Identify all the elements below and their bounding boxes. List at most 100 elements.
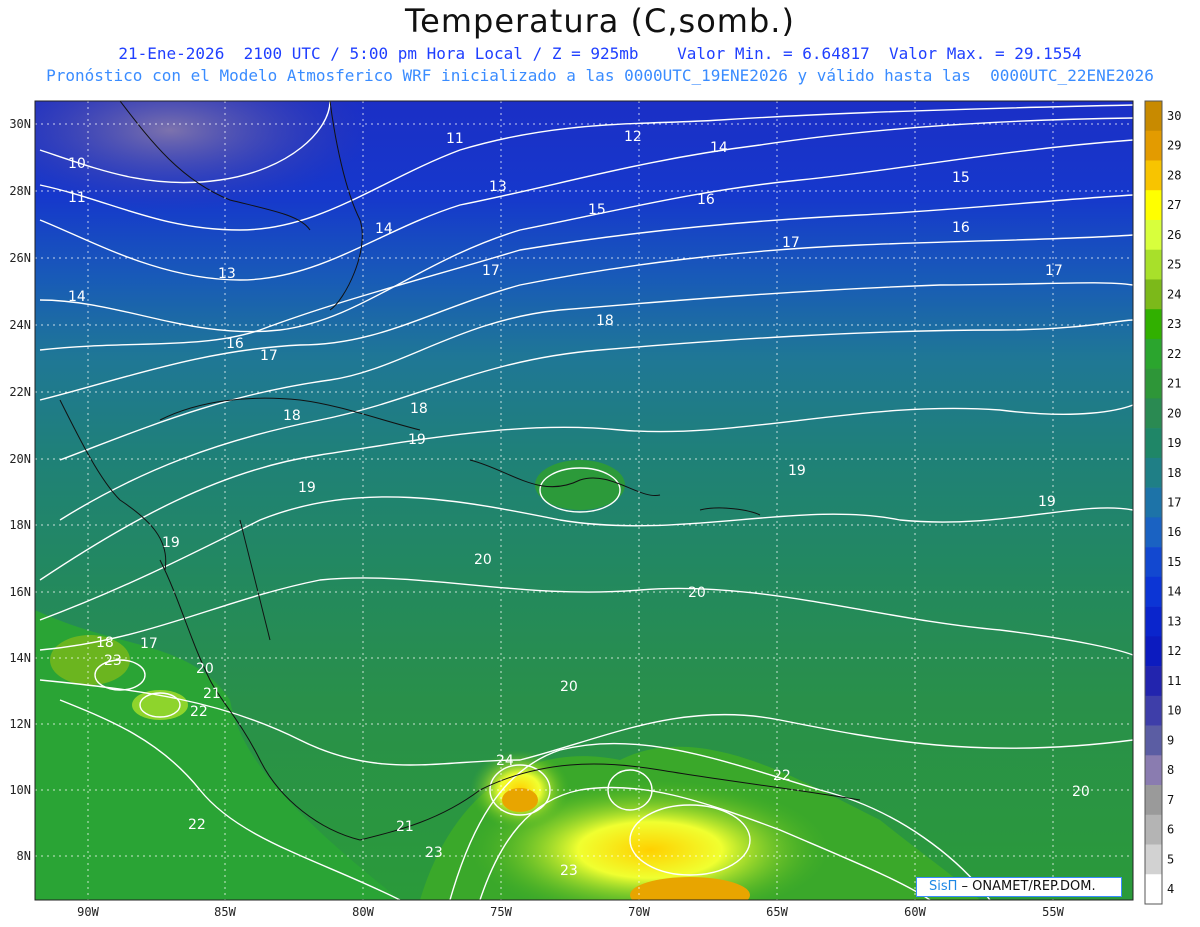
contour-label: 11 (68, 190, 86, 206)
colorbar-label: 16 (1167, 525, 1181, 539)
contour-label: 17 (482, 263, 500, 279)
lat-tick-label: 20N (9, 452, 31, 466)
contour-label: 20 (474, 552, 492, 568)
colorbar-swatch (1145, 695, 1162, 726)
colorbar-label: 29 (1167, 139, 1181, 153)
colorbar-swatch (1145, 338, 1162, 369)
longitude-axis: 90W 85W 80W 75W 70W 65W 60W 55W (77, 905, 1064, 919)
colorbar-swatch (1145, 190, 1162, 221)
contour-label: 18 (596, 313, 614, 329)
colorbar-swatch (1145, 249, 1162, 280)
colorbar-swatch (1145, 874, 1162, 905)
colorbar-swatch (1145, 844, 1162, 875)
contour-label: 23 (425, 845, 443, 861)
colorbar-label: 25 (1167, 258, 1181, 272)
temperature-map: 10 11 11 12 14 13 15 16 15 14 16 17 13 1… (9, 100, 1181, 919)
colorbar-label: 15 (1167, 555, 1181, 569)
lon-tick-label: 55W (1042, 905, 1064, 919)
colorbar-swatch (1145, 725, 1162, 756)
colorbar-swatch (1145, 398, 1162, 429)
sispi-logo-text: SisΠ (929, 879, 958, 894)
contour-label: 10 (68, 156, 86, 172)
contour-label: 16 (697, 192, 715, 208)
contour-label: 20 (560, 679, 578, 695)
lat-tick-label: 18N (9, 518, 31, 532)
contour-label: 22 (773, 768, 791, 784)
lat-tick-label: 10N (9, 783, 31, 797)
colorbar-swatch (1145, 576, 1162, 607)
colorbar-label: 20 (1167, 406, 1181, 420)
colorbar-label: 23 (1167, 317, 1181, 331)
lat-tick-label: 24N (9, 318, 31, 332)
contour-label: 15 (952, 170, 970, 186)
lon-tick-label: 70W (628, 905, 650, 919)
colorbar-label: 21 (1167, 377, 1181, 391)
colorbar-swatch (1145, 160, 1162, 191)
colorbar-label: 22 (1167, 347, 1181, 361)
colorbar-label: 19 (1167, 436, 1181, 450)
colorbar-swatch (1145, 755, 1162, 786)
colorbar-swatch (1145, 785, 1162, 816)
colorbar-swatch (1145, 309, 1162, 340)
contour-label: 18 (410, 401, 428, 417)
colorbar-label: 28 (1167, 168, 1181, 182)
lon-tick-label: 85W (214, 905, 236, 919)
colorbar-label: 12 (1167, 644, 1181, 658)
contour-label: 21 (203, 686, 221, 702)
lon-tick-label: 65W (766, 905, 788, 919)
contour-label: 24 (496, 753, 514, 769)
contour-label: 19 (298, 480, 316, 496)
colorbar-swatch (1145, 457, 1162, 488)
contour-label: 16 (226, 336, 244, 352)
contour-label: 23 (560, 863, 578, 879)
colorbar-swatch (1145, 666, 1162, 697)
contour-label: 11 (446, 131, 464, 147)
credit-text: – ONAMET/REP.DOM. (957, 879, 1096, 894)
contour-label: 19 (788, 463, 806, 479)
colorbar-swatch (1145, 428, 1162, 459)
contour-label: 19 (1038, 494, 1056, 510)
lon-tick-label: 90W (77, 905, 99, 919)
colorbar-swatch (1145, 219, 1162, 251)
contour-label: 22 (190, 704, 208, 720)
lat-tick-label: 22N (9, 385, 31, 399)
colorbar-label: 26 (1167, 228, 1181, 242)
colorbar-swatch (1145, 130, 1162, 161)
contour-label: 14 (68, 289, 86, 305)
colorbar-label: 4 (1167, 882, 1174, 896)
lat-tick-label: 28N (9, 184, 31, 198)
colorbar-label: 5 (1167, 852, 1174, 866)
colorbar-swatch (1145, 547, 1162, 578)
colorbar-label: 13 (1167, 614, 1181, 628)
colorbar-label: 7 (1167, 793, 1174, 807)
contour-label: 12 (624, 129, 642, 145)
credit-box: SisΠ – ONAMET/REP.DOM. (916, 877, 1122, 897)
colorbar-label: 8 (1167, 763, 1174, 777)
contour-label: 13 (218, 266, 236, 282)
colorbar-swatch (1145, 368, 1162, 399)
lat-tick-label: 26N (9, 251, 31, 265)
latitude-axis: 30N 28N 26N 24N 22N 20N 18N 16N 14N 12N … (9, 117, 31, 863)
colorbar-label: 30 (1167, 109, 1181, 123)
contour-label: 23 (104, 653, 122, 669)
contour-label: 13 (489, 179, 507, 195)
lon-tick-label: 80W (352, 905, 374, 919)
contour-label: 17 (1045, 263, 1063, 279)
contour-label: 14 (710, 140, 728, 156)
colorbar-swatch (1145, 101, 1162, 132)
contour-label: 21 (396, 819, 414, 835)
contour-label: 14 (375, 221, 393, 237)
color-scale-legend: 30 29 28 27 26 25 24 23 22 21 20 19 18 17 16 15 14 13 12 11… (1144, 100, 1181, 905)
lat-tick-label: 8N (17, 849, 31, 863)
contour-label: 15 (588, 202, 606, 218)
colorbar-label: 10 (1167, 704, 1181, 718)
contour-label: 20 (688, 585, 706, 601)
lat-tick-label: 30N (9, 117, 31, 131)
colorbar-label: 14 (1167, 585, 1181, 599)
contour-label: 17 (782, 235, 800, 251)
contour-label: 18 (283, 408, 301, 424)
contour-label: 20 (1072, 784, 1090, 800)
lon-tick-label: 75W (490, 905, 512, 919)
contour-label: 19 (162, 535, 180, 551)
colorbar-label: 27 (1167, 198, 1181, 212)
